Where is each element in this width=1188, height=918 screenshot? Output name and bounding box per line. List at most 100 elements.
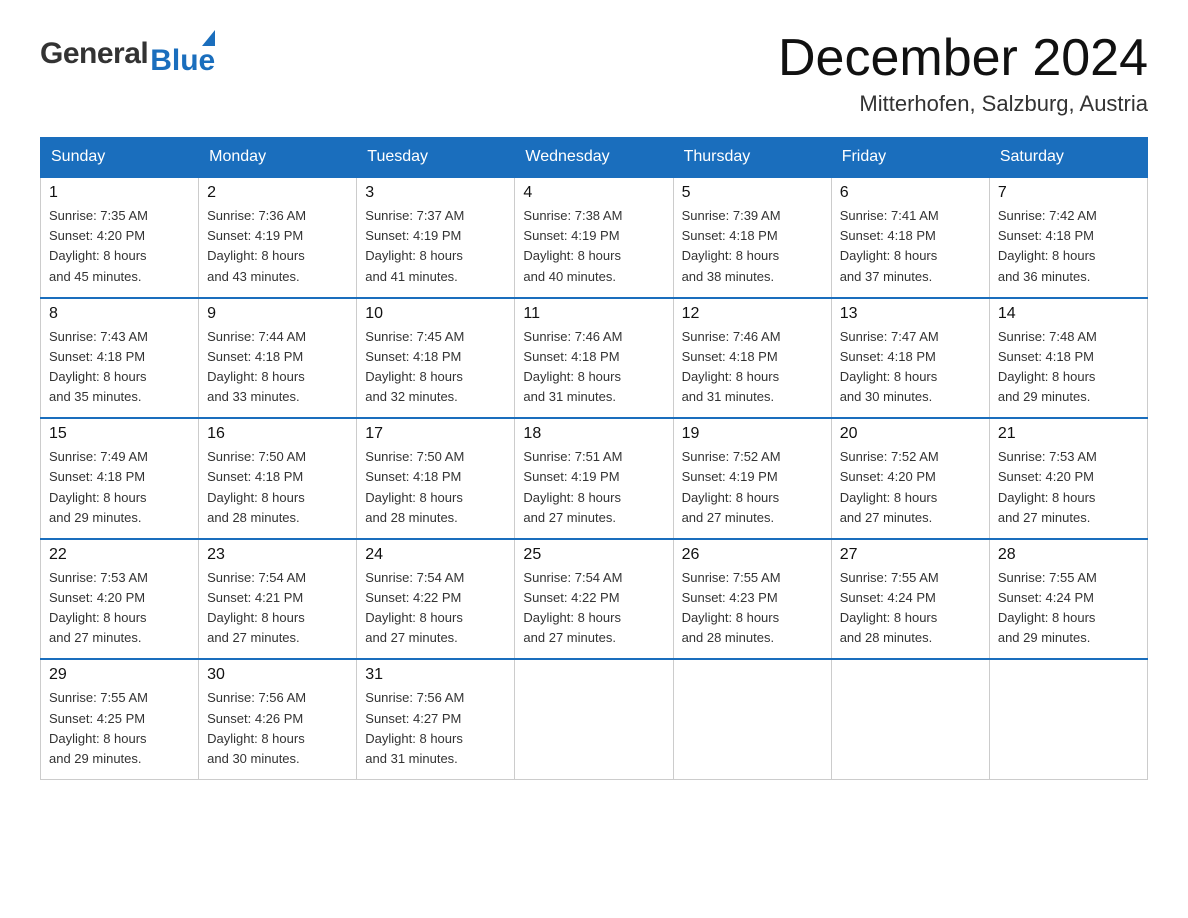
day-info: Sunrise: 7:38 AM Sunset: 4:19 PM Dayligh… xyxy=(523,206,664,287)
weekday-header-friday: Friday xyxy=(831,138,989,178)
title-area: December 2024 Mitterhofen, Salzburg, Aus… xyxy=(778,30,1148,117)
day-cell: 10 Sunrise: 7:45 AM Sunset: 4:18 PM Dayl… xyxy=(357,298,515,419)
week-row-3: 15 Sunrise: 7:49 AM Sunset: 4:18 PM Dayl… xyxy=(41,418,1148,539)
day-cell xyxy=(515,659,673,779)
day-info: Sunrise: 7:36 AM Sunset: 4:19 PM Dayligh… xyxy=(207,206,348,287)
day-info: Sunrise: 7:50 AM Sunset: 4:18 PM Dayligh… xyxy=(365,447,506,528)
day-number: 3 xyxy=(365,184,506,202)
day-number: 18 xyxy=(523,425,664,443)
weekday-header-wednesday: Wednesday xyxy=(515,138,673,178)
day-cell: 29 Sunrise: 7:55 AM Sunset: 4:25 PM Dayl… xyxy=(41,659,199,779)
day-number: 28 xyxy=(998,546,1139,564)
day-cell: 21 Sunrise: 7:53 AM Sunset: 4:20 PM Dayl… xyxy=(989,418,1147,539)
day-cell: 6 Sunrise: 7:41 AM Sunset: 4:18 PM Dayli… xyxy=(831,177,989,298)
day-info: Sunrise: 7:43 AM Sunset: 4:18 PM Dayligh… xyxy=(49,327,190,408)
day-info: Sunrise: 7:35 AM Sunset: 4:20 PM Dayligh… xyxy=(49,206,190,287)
day-cell: 13 Sunrise: 7:47 AM Sunset: 4:18 PM Dayl… xyxy=(831,298,989,419)
weekday-header-row: SundayMondayTuesdayWednesdayThursdayFrid… xyxy=(41,138,1148,178)
day-number: 6 xyxy=(840,184,981,202)
day-info: Sunrise: 7:39 AM Sunset: 4:18 PM Dayligh… xyxy=(682,206,823,287)
day-info: Sunrise: 7:56 AM Sunset: 4:27 PM Dayligh… xyxy=(365,688,506,769)
day-number: 15 xyxy=(49,425,190,443)
weekday-header-tuesday: Tuesday xyxy=(357,138,515,178)
calendar-table: SundayMondayTuesdayWednesdayThursdayFrid… xyxy=(40,137,1148,780)
week-row-1: 1 Sunrise: 7:35 AM Sunset: 4:20 PM Dayli… xyxy=(41,177,1148,298)
header: General Blue December 2024 Mitterhofen, … xyxy=(40,30,1148,117)
day-cell: 28 Sunrise: 7:55 AM Sunset: 4:24 PM Dayl… xyxy=(989,539,1147,660)
day-number: 25 xyxy=(523,546,664,564)
weekday-header-saturday: Saturday xyxy=(989,138,1147,178)
day-cell xyxy=(831,659,989,779)
day-cell: 15 Sunrise: 7:49 AM Sunset: 4:18 PM Dayl… xyxy=(41,418,199,539)
day-cell: 1 Sunrise: 7:35 AM Sunset: 4:20 PM Dayli… xyxy=(41,177,199,298)
day-cell: 8 Sunrise: 7:43 AM Sunset: 4:18 PM Dayli… xyxy=(41,298,199,419)
day-info: Sunrise: 7:47 AM Sunset: 4:18 PM Dayligh… xyxy=(840,327,981,408)
day-cell: 5 Sunrise: 7:39 AM Sunset: 4:18 PM Dayli… xyxy=(673,177,831,298)
day-cell xyxy=(989,659,1147,779)
day-number: 20 xyxy=(840,425,981,443)
day-info: Sunrise: 7:53 AM Sunset: 4:20 PM Dayligh… xyxy=(49,568,190,649)
day-number: 14 xyxy=(998,305,1139,323)
day-info: Sunrise: 7:52 AM Sunset: 4:20 PM Dayligh… xyxy=(840,447,981,528)
day-cell: 3 Sunrise: 7:37 AM Sunset: 4:19 PM Dayli… xyxy=(357,177,515,298)
logo-blue-text: Blue xyxy=(150,44,215,78)
day-number: 10 xyxy=(365,305,506,323)
day-cell: 4 Sunrise: 7:38 AM Sunset: 4:19 PM Dayli… xyxy=(515,177,673,298)
day-number: 16 xyxy=(207,425,348,443)
week-row-2: 8 Sunrise: 7:43 AM Sunset: 4:18 PM Dayli… xyxy=(41,298,1148,419)
day-cell: 20 Sunrise: 7:52 AM Sunset: 4:20 PM Dayl… xyxy=(831,418,989,539)
day-info: Sunrise: 7:55 AM Sunset: 4:24 PM Dayligh… xyxy=(998,568,1139,649)
day-cell: 25 Sunrise: 7:54 AM Sunset: 4:22 PM Dayl… xyxy=(515,539,673,660)
day-info: Sunrise: 7:55 AM Sunset: 4:24 PM Dayligh… xyxy=(840,568,981,649)
day-number: 22 xyxy=(49,546,190,564)
month-title: December 2024 xyxy=(778,30,1148,87)
day-info: Sunrise: 7:51 AM Sunset: 4:19 PM Dayligh… xyxy=(523,447,664,528)
day-number: 21 xyxy=(998,425,1139,443)
weekday-header-monday: Monday xyxy=(199,138,357,178)
day-info: Sunrise: 7:54 AM Sunset: 4:22 PM Dayligh… xyxy=(365,568,506,649)
day-info: Sunrise: 7:49 AM Sunset: 4:18 PM Dayligh… xyxy=(49,447,190,528)
day-number: 9 xyxy=(207,305,348,323)
logo-general-text: General xyxy=(40,37,148,71)
day-info: Sunrise: 7:46 AM Sunset: 4:18 PM Dayligh… xyxy=(682,327,823,408)
day-cell: 2 Sunrise: 7:36 AM Sunset: 4:19 PM Dayli… xyxy=(199,177,357,298)
day-cell: 16 Sunrise: 7:50 AM Sunset: 4:18 PM Dayl… xyxy=(199,418,357,539)
day-cell: 7 Sunrise: 7:42 AM Sunset: 4:18 PM Dayli… xyxy=(989,177,1147,298)
day-number: 8 xyxy=(49,305,190,323)
day-number: 7 xyxy=(998,184,1139,202)
day-cell: 24 Sunrise: 7:54 AM Sunset: 4:22 PM Dayl… xyxy=(357,539,515,660)
day-cell: 9 Sunrise: 7:44 AM Sunset: 4:18 PM Dayli… xyxy=(199,298,357,419)
day-cell xyxy=(673,659,831,779)
day-number: 31 xyxy=(365,666,506,684)
day-info: Sunrise: 7:55 AM Sunset: 4:23 PM Dayligh… xyxy=(682,568,823,649)
day-number: 17 xyxy=(365,425,506,443)
day-info: Sunrise: 7:48 AM Sunset: 4:18 PM Dayligh… xyxy=(998,327,1139,408)
week-row-4: 22 Sunrise: 7:53 AM Sunset: 4:20 PM Dayl… xyxy=(41,539,1148,660)
day-cell: 11 Sunrise: 7:46 AM Sunset: 4:18 PM Dayl… xyxy=(515,298,673,419)
logo-blue-section: Blue xyxy=(150,30,215,78)
day-info: Sunrise: 7:42 AM Sunset: 4:18 PM Dayligh… xyxy=(998,206,1139,287)
day-cell: 23 Sunrise: 7:54 AM Sunset: 4:21 PM Dayl… xyxy=(199,539,357,660)
day-cell: 12 Sunrise: 7:46 AM Sunset: 4:18 PM Dayl… xyxy=(673,298,831,419)
day-info: Sunrise: 7:54 AM Sunset: 4:21 PM Dayligh… xyxy=(207,568,348,649)
day-info: Sunrise: 7:45 AM Sunset: 4:18 PM Dayligh… xyxy=(365,327,506,408)
weekday-header-thursday: Thursday xyxy=(673,138,831,178)
day-cell: 22 Sunrise: 7:53 AM Sunset: 4:20 PM Dayl… xyxy=(41,539,199,660)
day-number: 26 xyxy=(682,546,823,564)
day-info: Sunrise: 7:55 AM Sunset: 4:25 PM Dayligh… xyxy=(49,688,190,769)
day-number: 24 xyxy=(365,546,506,564)
day-info: Sunrise: 7:54 AM Sunset: 4:22 PM Dayligh… xyxy=(523,568,664,649)
day-number: 12 xyxy=(682,305,823,323)
day-number: 19 xyxy=(682,425,823,443)
day-number: 29 xyxy=(49,666,190,684)
day-cell: 17 Sunrise: 7:50 AM Sunset: 4:18 PM Dayl… xyxy=(357,418,515,539)
day-cell: 19 Sunrise: 7:52 AM Sunset: 4:19 PM Dayl… xyxy=(673,418,831,539)
day-info: Sunrise: 7:41 AM Sunset: 4:18 PM Dayligh… xyxy=(840,206,981,287)
day-info: Sunrise: 7:53 AM Sunset: 4:20 PM Dayligh… xyxy=(998,447,1139,528)
day-cell: 14 Sunrise: 7:48 AM Sunset: 4:18 PM Dayl… xyxy=(989,298,1147,419)
day-cell: 31 Sunrise: 7:56 AM Sunset: 4:27 PM Dayl… xyxy=(357,659,515,779)
day-info: Sunrise: 7:56 AM Sunset: 4:26 PM Dayligh… xyxy=(207,688,348,769)
week-row-5: 29 Sunrise: 7:55 AM Sunset: 4:25 PM Dayl… xyxy=(41,659,1148,779)
logo: General Blue xyxy=(40,30,215,78)
day-number: 13 xyxy=(840,305,981,323)
